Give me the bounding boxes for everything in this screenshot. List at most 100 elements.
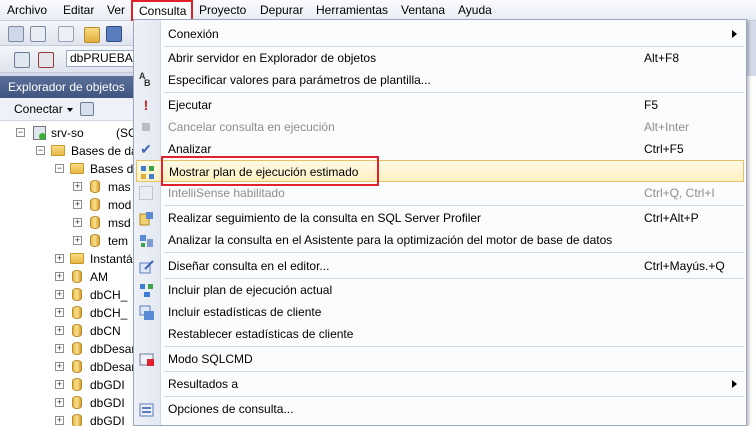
object-explorer-title: Explorador de objetos <box>0 76 134 98</box>
expand-icon[interactable]: + <box>73 200 82 209</box>
tree-node-db[interactable]: + tem <box>0 232 134 250</box>
database-icon <box>72 288 82 301</box>
menu-ver[interactable]: Ver <box>107 0 125 20</box>
tree-node-db[interactable]: + dbGDI <box>0 394 134 412</box>
connect-icon[interactable] <box>14 52 30 68</box>
database-icon <box>72 270 82 283</box>
menu-item-opciones-consulta[interactable]: Opciones de consulta... <box>134 398 746 420</box>
consulta-dropdown-menu: Conexión Abrir servidor en Explorador de… <box>133 19 747 426</box>
tree-node-db[interactable]: + msd <box>0 214 134 232</box>
menu-item-restablecer-estadisticas[interactable]: Restablecer estadísticas de cliente <box>134 323 746 345</box>
expand-icon[interactable]: + <box>55 344 64 353</box>
menu-item-resultados-a[interactable]: Resultados a <box>134 373 746 395</box>
expand-icon[interactable]: + <box>55 362 64 371</box>
tree-label: mas <box>108 180 131 194</box>
tree-node-db[interactable]: + AM <box>0 268 134 286</box>
menu-item-label: Opciones de consulta... <box>168 402 294 416</box>
expand-icon[interactable]: + <box>73 182 82 191</box>
open-folder-icon[interactable] <box>84 27 100 43</box>
menu-item-plan-actual[interactable]: Incluir plan de ejecución actual <box>134 279 746 301</box>
new-query-icon[interactable] <box>8 26 24 42</box>
menu-proyecto[interactable]: Proyecto <box>199 0 246 20</box>
menu-item-disenar-consulta[interactable]: Diseñar consulta en el editor... Ctrl+Ma… <box>134 255 746 277</box>
menu-item-label: Realizar seguimiento de la consulta en S… <box>168 211 482 225</box>
menu-item-conexion[interactable]: Conexión <box>134 23 746 45</box>
database-icon <box>72 306 82 319</box>
tree-node-db[interactable]: + mas <box>0 178 134 196</box>
checkmark-icon: ✔ <box>140 141 152 157</box>
profiler-icon <box>139 211 153 226</box>
collapse-icon[interactable]: − <box>55 164 64 173</box>
menu-ayuda[interactable]: Ayuda <box>458 0 492 20</box>
menu-item-estadisticas-cliente[interactable]: Incluir estadísticas de cliente <box>134 301 746 323</box>
collapse-icon[interactable]: − <box>36 146 45 155</box>
expand-icon[interactable]: + <box>55 398 64 407</box>
menu-item-ejecutar[interactable]: ! Ejecutar F5 <box>134 94 746 116</box>
tree-node-db[interactable]: + dbDesar <box>0 358 134 376</box>
menu-separator <box>164 346 744 347</box>
menu-item-shortcut: Ctrl+F5 <box>644 142 684 156</box>
grid-icon[interactable] <box>58 26 74 42</box>
new-project-icon[interactable] <box>30 26 46 42</box>
server-name: srv-so <box>51 126 84 140</box>
tree-node-system-databases[interactable]: − Bases d <box>0 160 134 178</box>
estimated-plan-icon <box>140 165 154 179</box>
database-icon <box>72 342 82 355</box>
intellisense-icon <box>139 186 153 200</box>
expand-icon[interactable]: + <box>73 236 82 245</box>
tree-node-db[interactable]: + dbGDI <box>0 412 134 426</box>
tree-node-db[interactable]: + dbDesar <box>0 340 134 358</box>
tree-label: Bases d <box>90 162 134 176</box>
disconnect-icon[interactable] <box>38 52 54 68</box>
menu-item-label: Modo SQLCMD <box>168 352 253 366</box>
menu-item-cancelar-consulta[interactable]: Cancelar consulta en ejecución Alt+Inter <box>134 116 746 138</box>
menu-item-label: Cancelar consulta en ejecución <box>168 120 335 134</box>
connect-button[interactable]: Conectar <box>14 98 63 120</box>
expand-icon[interactable]: + <box>73 218 82 227</box>
menu-item-parametros-plantilla[interactable]: A B Especificar valores para parámetros … <box>134 69 746 91</box>
object-explorer-toolbar: Conectar <box>0 98 134 121</box>
client-stats-icon <box>139 305 154 320</box>
sqlcmd-icon <box>139 352 154 366</box>
menu-item-label: Conexión <box>168 27 219 41</box>
collapse-icon[interactable]: − <box>16 128 25 137</box>
expand-icon[interactable]: + <box>55 290 64 299</box>
tree-label: dbGDI <box>90 414 125 426</box>
menu-separator <box>164 92 744 93</box>
menu-bar: Archivo Editar Ver Consulta Proyecto Dep… <box>0 0 756 21</box>
menu-item-intellisense[interactable]: IntelliSense habilitado Ctrl+Q, Ctrl+I <box>134 182 746 204</box>
menu-ventana[interactable]: Ventana <box>401 0 445 20</box>
menu-item-abrir-servidor[interactable]: Abrir servidor en Explorador de objetos … <box>134 47 746 69</box>
save-icon[interactable] <box>106 26 122 42</box>
database-combo[interactable]: dbPRUEBAS <box>66 50 136 67</box>
menu-archivo[interactable]: Archivo <box>7 0 47 20</box>
menu-item-modo-sqlcmd[interactable]: Modo SQLCMD <box>134 348 746 370</box>
menu-herramientas[interactable]: Herramientas <box>316 0 388 20</box>
chevron-down-icon[interactable] <box>67 108 73 112</box>
folder-icon <box>51 145 65 156</box>
menu-depurar[interactable]: Depurar <box>260 0 303 20</box>
tree-node-db[interactable]: + dbCH_ <box>0 286 134 304</box>
menu-item-asistente-optimizacion[interactable]: Analizar la consulta en el Asistente par… <box>134 229 746 251</box>
menu-item-label: Ejecutar <box>168 98 213 112</box>
menu-item-shortcut: Alt+Inter <box>644 120 690 134</box>
expand-icon[interactable]: + <box>55 380 64 389</box>
tree-node-db[interactable]: + mod <box>0 196 134 214</box>
tree-node-db[interactable]: + dbCH_ <box>0 304 134 322</box>
tree-node-db[interactable]: + dbCN <box>0 322 134 340</box>
expand-icon[interactable]: + <box>55 416 64 425</box>
menu-item-profiler[interactable]: Realizar seguimiento de la consulta en S… <box>134 207 746 229</box>
actual-plan-icon <box>139 283 153 297</box>
tree-node-snapshots[interactable]: + Instantá <box>0 250 134 268</box>
connect-icon[interactable] <box>80 102 94 116</box>
tree-node-db[interactable]: + dbGDI <box>0 376 134 394</box>
menu-editar[interactable]: Editar <box>63 0 94 20</box>
expand-icon[interactable]: + <box>55 254 64 263</box>
tree-node-server[interactable]: − srv-so (SC <box>0 124 134 142</box>
folder-icon <box>70 253 84 264</box>
expand-icon[interactable]: + <box>55 326 64 335</box>
tree-node-databases[interactable]: − Bases de da <box>0 142 134 160</box>
expand-icon[interactable]: + <box>55 308 64 317</box>
folder-icon <box>70 163 84 174</box>
expand-icon[interactable]: + <box>55 272 64 281</box>
